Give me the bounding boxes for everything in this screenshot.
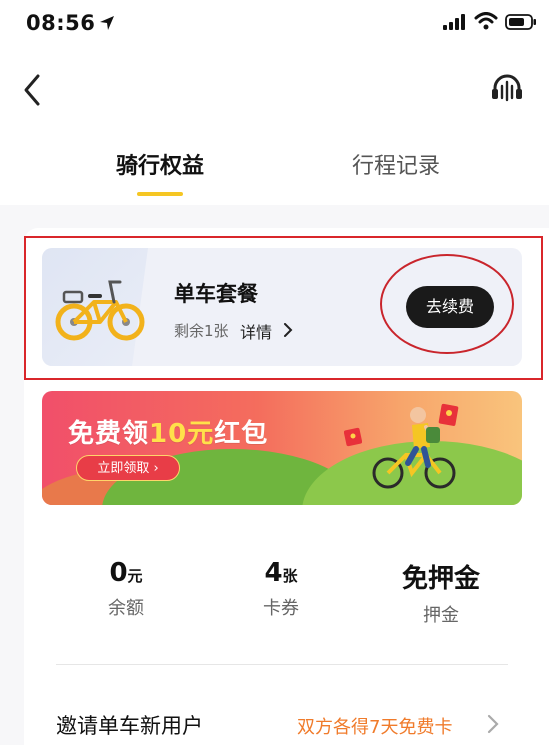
deposit-value: 免押金 <box>401 564 480 594</box>
balance-stat[interactable]: 0元 余额 <box>86 558 166 620</box>
banner-title: 免费领10元红包 <box>68 413 268 450</box>
headset-icon <box>492 74 522 102</box>
coupons-unit: 张 <box>282 567 298 585</box>
highlight-annotation-circle <box>380 254 514 354</box>
tab-trip-records[interactable]: 行程记录 <box>326 148 466 180</box>
chevron-left-icon <box>24 74 40 106</box>
tab-riding-rights[interactable]: 骑行权益 <box>90 148 230 180</box>
coupons-stat[interactable]: 4张 卡券 <box>241 558 321 620</box>
coupons-label: 卡券 <box>263 598 299 619</box>
invite-new-users-label[interactable]: 邀请单车新用户 <box>56 710 203 740</box>
section-divider <box>56 664 508 665</box>
location-arrow-icon <box>98 14 116 36</box>
banner-title-prefix: 免费领 <box>68 419 150 449</box>
coupons-value: 4张 <box>264 558 298 588</box>
cellular-signal-icon <box>443 14 467 34</box>
balance-value: 0元 <box>109 558 143 588</box>
customer-service-button[interactable] <box>490 74 524 106</box>
banner-title-suffix: 红包 <box>214 419 269 449</box>
active-tab-indicator <box>137 192 183 196</box>
balance-unit: 元 <box>127 567 143 585</box>
claim-now-button[interactable]: 立即领取 › <box>76 455 180 481</box>
back-button[interactable] <box>20 72 50 108</box>
banner-title-amount: 10元 <box>149 419 215 449</box>
chevron-right-icon[interactable] <box>487 714 499 738</box>
balance-label: 余额 <box>108 598 144 619</box>
cyclist-illustration <box>368 401 468 495</box>
red-envelope-icon <box>343 427 363 451</box>
deposit-label: 押金 <box>423 605 459 626</box>
deposit-stat[interactable]: 免押金 押金 <box>386 558 496 627</box>
red-packet-banner[interactable]: 免费领10元红包 立即领取 › <box>42 391 522 505</box>
battery-icon <box>505 14 537 34</box>
wifi-icon <box>474 12 498 34</box>
status-bar: 08:56 <box>0 0 549 50</box>
status-time: 08:56 <box>26 11 96 35</box>
invite-reward-text[interactable]: 双方各得7天免费卡 <box>297 713 452 739</box>
